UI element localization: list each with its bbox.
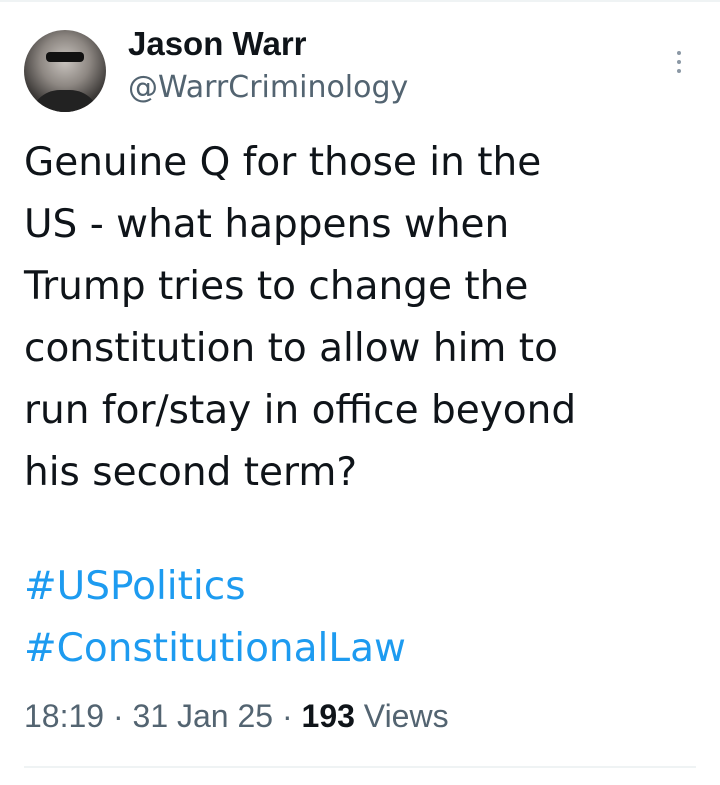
hashtag-link[interactable]: #USPolitics — [24, 556, 406, 618]
meta-separator: · — [273, 698, 302, 734]
hashtag-link[interactable]: #ConstitutionalLaw — [24, 618, 406, 680]
tweet-text: Genuine Q for those in the US - what hap… — [24, 132, 684, 504]
more-dot — [677, 69, 681, 73]
tweet-line: US - what happens when — [24, 202, 510, 247]
avatar[interactable] — [24, 30, 106, 112]
tweet-line: Trump tries to change the — [24, 264, 529, 309]
tweet-line: run for/stay in office beyond — [24, 388, 577, 433]
author-handle[interactable]: @WarrCriminology — [128, 68, 408, 108]
meta-separator: · — [104, 698, 133, 734]
tweet-line: Genuine Q for those in the — [24, 140, 542, 185]
tweet-line: his second term? — [24, 450, 358, 495]
bottom-divider — [24, 766, 696, 768]
tweet-line: constitution to allow him to — [24, 326, 558, 371]
avatar-sunglasses — [46, 52, 84, 62]
views-label: Views — [354, 698, 449, 734]
hashtag-list: #USPolitics #ConstitutionalLaw — [24, 556, 406, 680]
author-name[interactable]: Jason Warr — [128, 24, 307, 64]
more-vertical-icon[interactable] — [664, 44, 694, 80]
more-dot — [677, 51, 681, 55]
tweet-date[interactable]: 31 Jan 25 — [133, 698, 274, 734]
views-count[interactable]: 193 — [302, 698, 355, 734]
top-divider — [0, 0, 720, 2]
more-dot — [677, 60, 681, 64]
tweet-time[interactable]: 18:19 — [24, 698, 104, 734]
avatar-shirt — [30, 90, 100, 112]
tweet-meta: 18:19 · 31 Jan 25 · 193 Views — [24, 694, 449, 738]
